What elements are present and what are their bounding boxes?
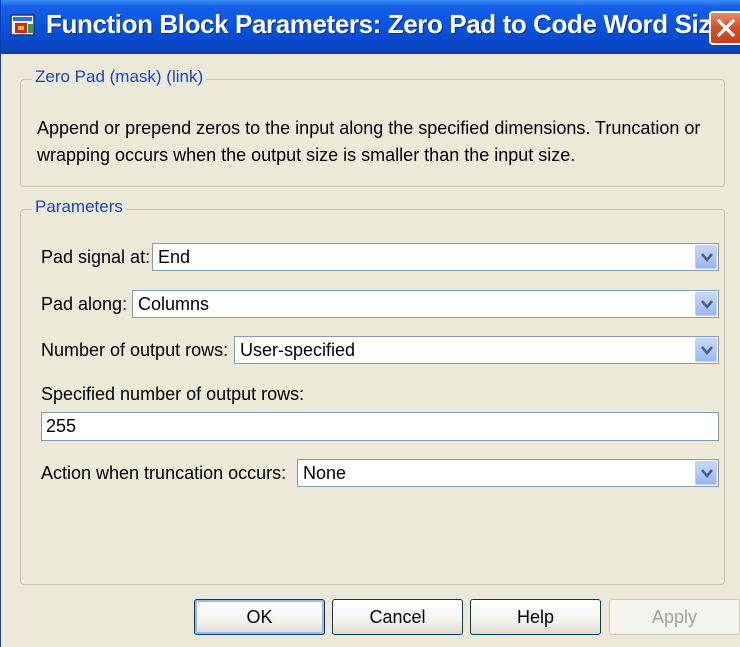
specified-rows-value: 255 bbox=[46, 416, 77, 436]
ok-button[interactable]: OK bbox=[194, 599, 325, 635]
pad-along-value: Columns bbox=[138, 294, 210, 314]
help-button[interactable]: Help bbox=[470, 599, 601, 635]
pad-signal-at-label: Pad signal at: bbox=[41, 247, 151, 267]
specified-rows-label: Specified number of output rows: bbox=[41, 384, 305, 404]
truncation-action-dropdown[interactable]: None bbox=[297, 459, 719, 487]
chevron-down-icon bbox=[701, 469, 713, 478]
close-button[interactable] bbox=[709, 11, 740, 45]
num-output-rows-label: Number of output rows: bbox=[41, 340, 229, 360]
cancel-button[interactable]: Cancel bbox=[332, 599, 463, 635]
chevron-down-icon bbox=[701, 300, 713, 309]
truncation-action-arrow[interactable] bbox=[695, 461, 717, 485]
chevron-down-icon bbox=[701, 253, 713, 262]
truncation-action-label: Action when truncation occurs: bbox=[41, 463, 287, 483]
apply-button[interactable]: Apply bbox=[609, 599, 740, 635]
pad-signal-at-dropdown[interactable]: End bbox=[152, 243, 719, 271]
pad-along-arrow[interactable] bbox=[695, 292, 717, 316]
specified-rows-input[interactable]: 255 bbox=[41, 412, 719, 441]
chevron-down-icon bbox=[701, 346, 713, 355]
pad-along-dropdown[interactable]: Columns bbox=[132, 290, 719, 318]
window-title: Function Block Parameters: Zero Pad to C… bbox=[46, 9, 740, 39]
pad-signal-at-value: End bbox=[158, 247, 191, 267]
truncation-action-value: None bbox=[303, 463, 347, 483]
dialog-window: Function Block Parameters: Zero Pad to C… bbox=[0, 0, 740, 647]
num-output-rows-dropdown[interactable]: User-specified bbox=[234, 336, 719, 364]
mask-description-line2: wrapping occurs when the output size is … bbox=[37, 145, 576, 165]
close-icon bbox=[716, 18, 736, 38]
pad-along-label: Pad along: bbox=[41, 294, 128, 314]
mask-group-legend: Zero Pad (mask) (link) bbox=[32, 67, 207, 87]
pad-signal-at-arrow[interactable] bbox=[695, 245, 717, 269]
parameters-group-legend: Parameters bbox=[32, 197, 126, 217]
title-bar[interactable]: Function Block Parameters: Zero Pad to C… bbox=[1, 0, 740, 54]
mask-description-line1: Append or prepend zeros to the input alo… bbox=[37, 118, 701, 138]
simulink-block-icon bbox=[10, 11, 37, 38]
num-output-rows-arrow[interactable] bbox=[695, 338, 717, 362]
num-output-rows-value: User-specified bbox=[240, 340, 356, 360]
